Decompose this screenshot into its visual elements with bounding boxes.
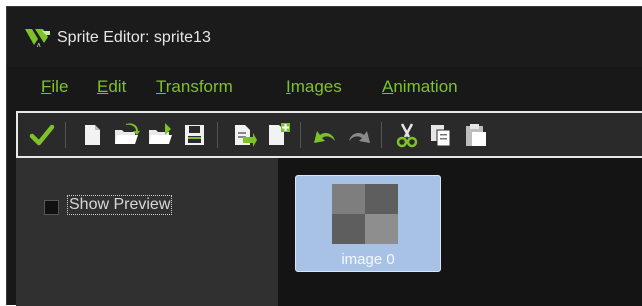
toolbar-separator (217, 122, 218, 148)
save-icon[interactable] (180, 121, 208, 149)
redo-icon[interactable] (345, 121, 373, 149)
paste-icon[interactable] (461, 121, 489, 149)
toolbar-separator (65, 122, 66, 148)
undo-icon[interactable] (311, 121, 339, 149)
options-panel: Show Preview (16, 158, 278, 306)
add-image-icon[interactable] (263, 121, 291, 149)
menu-transform[interactable]: Transform (156, 77, 233, 97)
menu-bar: File Edit Transform Images Animation (7, 75, 642, 101)
title-bar[interactable]: ʌ Sprite Editor: sprite13 (7, 7, 642, 67)
image-tile[interactable]: image 0 (295, 175, 441, 272)
gamemaker-logo-icon: ʌ (25, 29, 50, 49)
menu-edit[interactable]: Edit (97, 77, 126, 97)
import-image-icon[interactable] (229, 121, 257, 149)
images-panel: image 0 (278, 158, 642, 306)
open-folder-alt-icon[interactable] (146, 121, 174, 149)
sprite-editor-window: ʌ Sprite Editor: sprite13 File Edit Tran… (6, 6, 642, 306)
show-preview-checkbox[interactable] (44, 200, 59, 215)
window-title: Sprite Editor: sprite13 (57, 29, 211, 46)
new-sprite-icon[interactable] (78, 121, 106, 149)
menu-images[interactable]: Images (286, 77, 342, 97)
toolbar-separator (300, 122, 301, 148)
image-thumbnail (332, 184, 398, 244)
cut-icon[interactable] (393, 121, 421, 149)
toolbar-separator (381, 122, 382, 148)
menu-animation[interactable]: Animation (382, 77, 458, 97)
show-preview-label[interactable]: Show Preview (67, 195, 173, 215)
svg-text:ʌ: ʌ (37, 42, 41, 49)
image-label: image 0 (341, 251, 395, 268)
open-folder-icon[interactable] (112, 121, 140, 149)
copy-icon[interactable] (427, 121, 455, 149)
confirm-check-icon[interactable] (28, 121, 56, 149)
menu-file[interactable]: File (41, 77, 68, 97)
toolbar (16, 111, 642, 158)
